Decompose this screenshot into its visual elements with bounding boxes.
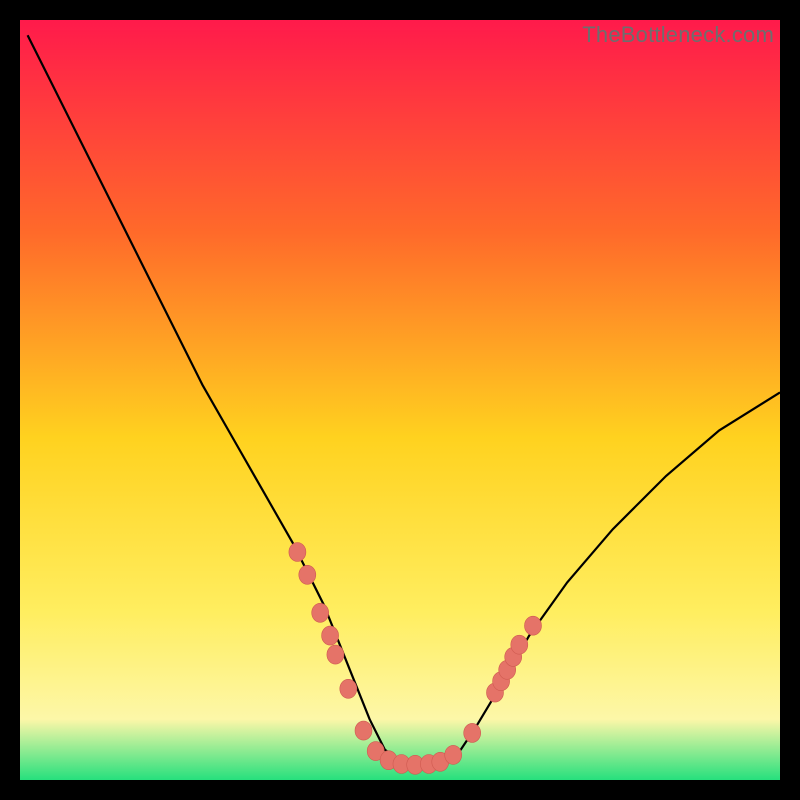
chart-frame: TheBottleneck.com <box>20 20 780 780</box>
watermark-text: TheBottleneck.com <box>582 22 774 48</box>
curve-marker <box>299 565 316 584</box>
curve-marker <box>511 635 528 654</box>
curve-marker <box>464 723 481 742</box>
curve-marker <box>289 543 306 562</box>
curve-marker <box>355 721 372 740</box>
curve-marker <box>445 745 462 764</box>
curve-marker <box>340 679 357 698</box>
curve-marker <box>525 616 542 635</box>
curve-marker <box>322 626 339 645</box>
gradient-background <box>20 20 780 780</box>
curve-marker <box>312 603 329 622</box>
chart-svg <box>20 20 780 780</box>
curve-marker <box>327 645 344 664</box>
